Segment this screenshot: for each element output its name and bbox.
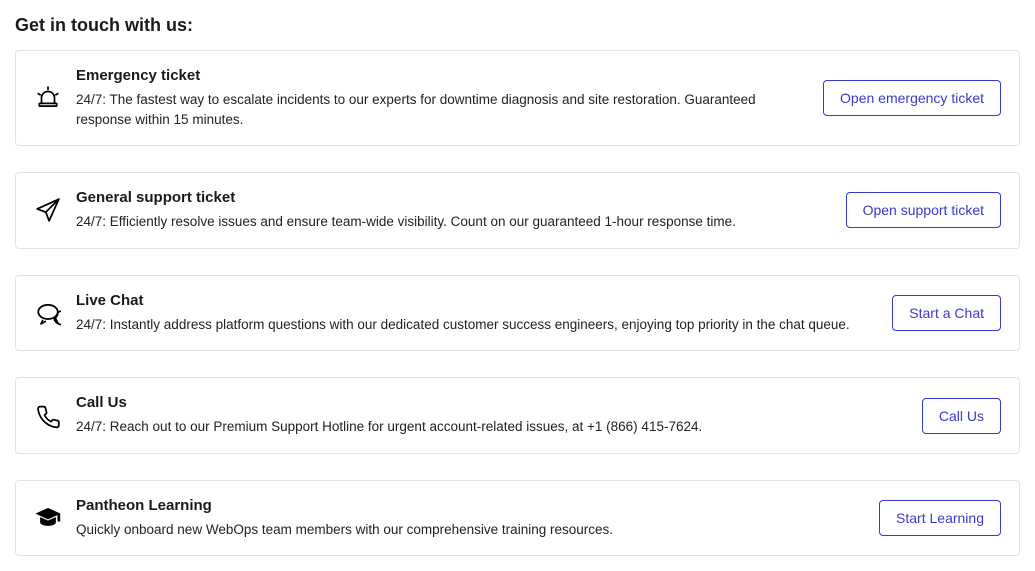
card-body: Live Chat 24/7: Instantly address platfo… [76,292,878,335]
card-emergency-ticket: Emergency ticket 24/7: The fastest way t… [15,50,1020,146]
card-desc: 24/7: Reach out to our Premium Support H… [76,417,908,437]
start-chat-button[interactable]: Start a Chat [892,295,1001,331]
card-desc: Quickly onboard new WebOps team members … [76,520,865,540]
card-title: Pantheon Learning [76,497,865,514]
card-general-support: General support ticket 24/7: Efficiently… [15,172,1020,249]
paper-plane-icon [34,197,62,223]
card-body: Pantheon Learning Quickly onboard new We… [76,497,865,540]
phone-icon [34,403,62,429]
page-title: Get in touch with us: [15,15,1020,36]
card-title: Call Us [76,394,908,411]
card-desc: 24/7: Instantly address platform questio… [76,315,878,335]
open-emergency-ticket-button[interactable]: Open emergency ticket [823,80,1001,116]
card-live-chat: Live Chat 24/7: Instantly address platfo… [15,275,1020,352]
card-call-us: Call Us 24/7: Reach out to our Premium S… [15,377,1020,454]
open-support-ticket-button[interactable]: Open support ticket [846,192,1001,228]
card-body: Call Us 24/7: Reach out to our Premium S… [76,394,908,437]
card-desc: 24/7: Efficiently resolve issues and ens… [76,212,832,232]
call-us-button[interactable]: Call Us [922,398,1001,434]
card-body: Emergency ticket 24/7: The fastest way t… [76,67,809,129]
card-pantheon-learning: Pantheon Learning Quickly onboard new We… [15,480,1020,557]
alarm-icon [34,85,62,111]
card-title: Emergency ticket [76,67,809,84]
card-title: Live Chat [76,292,878,309]
start-learning-button[interactable]: Start Learning [879,500,1001,536]
chat-bubble-icon [34,300,62,326]
contact-cards-list: Emergency ticket 24/7: The fastest way t… [15,50,1020,556]
card-title: General support ticket [76,189,832,206]
card-body: General support ticket 24/7: Efficiently… [76,189,832,232]
graduation-cap-icon [34,505,62,531]
card-desc: 24/7: The fastest way to escalate incide… [76,90,809,129]
